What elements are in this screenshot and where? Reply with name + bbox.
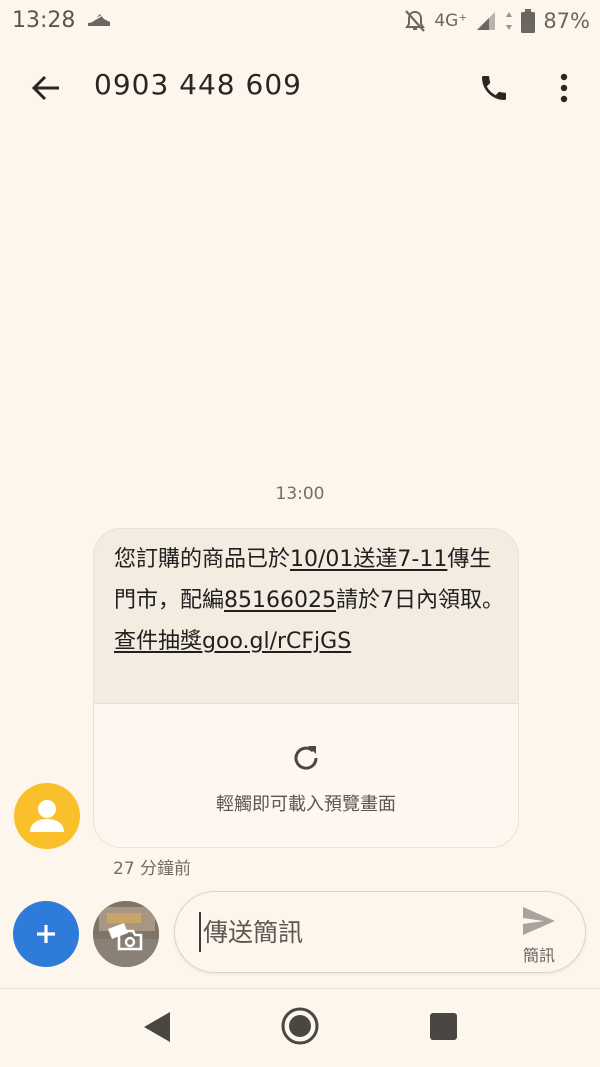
message-segment: 您訂購的商品已於 — [114, 547, 291, 572]
message-text: 您訂購的商品已於10/01送達7-11傳生門市，配編85166025請於7日內領… — [114, 539, 506, 662]
status-time: 13:28 — [12, 8, 76, 33]
gallery-camera-button[interactable] — [93, 901, 159, 967]
bell-muted-icon — [405, 10, 426, 32]
message-timestamp: 13:00 — [275, 484, 325, 504]
arrow-back-icon — [31, 75, 59, 101]
send-button[interactable]: 簡訊 — [509, 902, 569, 965]
network-type: 4G⁺ — [434, 11, 468, 31]
nav-recents-icon[interactable] — [430, 1013, 457, 1040]
status-icons: 4G⁺ 87% — [404, 8, 590, 34]
number-link[interactable]: 85166025 — [224, 588, 336, 613]
send-label: 簡訊 — [522, 946, 555, 965]
message-bubble[interactable]: 您訂購的商品已於10/01送達7-11傳生門市，配編85166025請於7日內領… — [93, 528, 519, 848]
add-attachment-button[interactable] — [13, 901, 79, 967]
nav-back-icon[interactable] — [140, 1008, 176, 1046]
nav-divider — [0, 988, 600, 989]
signal-icon — [477, 12, 496, 30]
contact-avatar[interactable] — [14, 783, 80, 849]
nav-home-icon[interactable] — [280, 1006, 320, 1046]
battery-icon — [521, 9, 536, 33]
more-vert-icon — [560, 73, 568, 103]
back-button[interactable] — [20, 66, 72, 110]
battery-percent: 87% — [543, 9, 590, 33]
camera-gallery-icon — [93, 901, 159, 967]
phone-icon — [482, 76, 506, 100]
refresh-icon — [294, 746, 318, 770]
keyword-link[interactable]: 查件抽獎 — [114, 629, 202, 654]
status-bar: 13:28 4G⁺ 87% — [0, 0, 600, 42]
shoe-icon — [88, 12, 110, 26]
more-options-button[interactable] — [542, 64, 586, 112]
preview-label: 輕觸即可載入預覽畫面 — [216, 794, 396, 815]
message-input[interactable] — [199, 912, 503, 952]
send-icon — [523, 907, 555, 935]
url-link[interactable]: goo.gl/rCFjGS — [202, 629, 351, 654]
call-button[interactable] — [470, 64, 518, 112]
message-age: 27 分鐘前 — [113, 859, 192, 879]
contact-title: 0903 448 609 — [94, 68, 302, 101]
plus-icon — [37, 925, 55, 943]
app-bar: 0903 448 609 — [0, 42, 600, 132]
data-arrows-icon — [506, 12, 513, 30]
person-icon — [30, 800, 64, 832]
link-preview[interactable]: 輕觸即可載入預覽畫面 — [94, 703, 518, 847]
compose-box: 簡訊 — [174, 891, 586, 973]
date-link[interactable]: 10/01送達7-11 — [290, 547, 447, 572]
message-segment: 請於7日內領取。 — [336, 588, 504, 613]
